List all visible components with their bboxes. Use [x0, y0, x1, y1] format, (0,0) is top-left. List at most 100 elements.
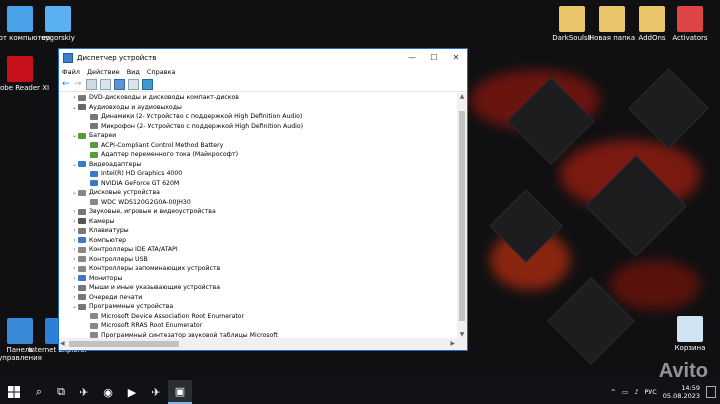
- collapse-arrow-icon[interactable]: ⌄: [71, 132, 78, 139]
- clock[interactable]: 14:59 05.08.2023: [663, 384, 700, 400]
- device-icon: [78, 275, 86, 282]
- expand-arrow-icon[interactable]: ›: [71, 246, 78, 253]
- device-category[interactable]: › Клавиатуры: [59, 226, 457, 236]
- device-item[interactable]: Адаптер переменного тока (Майкрософт): [59, 150, 457, 160]
- expand-arrow-icon[interactable]: ›: [71, 227, 78, 234]
- expand-arrow-icon[interactable]: ›: [71, 265, 78, 272]
- window-titlebar[interactable]: Диспетчер устройств — ☐ ✕: [59, 49, 467, 66]
- vertical-scrollbar[interactable]: ▲ ▼: [457, 93, 467, 338]
- device-manager-window[interactable]: Диспетчер устройств — ☐ ✕ Файл Действие …: [58, 48, 468, 351]
- minimize-button[interactable]: —: [401, 53, 423, 62]
- expand-arrow-icon[interactable]: ›: [71, 284, 78, 291]
- collapse-arrow-icon[interactable]: ⌄: [71, 104, 78, 111]
- list-view-icon[interactable]: [100, 79, 111, 90]
- expand-arrow-icon[interactable]: ›: [71, 256, 78, 263]
- device-label: Динамики (2- Устройство с поддержкой Hig…: [101, 113, 303, 121]
- device-item[interactable]: Microsoft Device Association Root Enumer…: [59, 312, 457, 322]
- expand-arrow-icon[interactable]: ›: [71, 94, 78, 101]
- task-view-icon[interactable]: ⧉: [50, 380, 72, 404]
- properties-icon[interactable]: [86, 79, 97, 90]
- device-category[interactable]: ⌄ Программные устройства: [59, 302, 457, 312]
- scroll-down-icon[interactable]: ▼: [457, 331, 467, 338]
- device-icon: [78, 104, 86, 111]
- expand-arrow-icon[interactable]: ›: [71, 275, 78, 282]
- telegram-icon[interactable]: ✈: [72, 380, 96, 404]
- device-category[interactable]: › Компьютер: [59, 236, 457, 246]
- device-category[interactable]: ⌄ Аудиовходы и аудиовыходы: [59, 103, 457, 113]
- scroll-up-icon[interactable]: ▲: [457, 93, 467, 100]
- desktop-shortcut[interactable]: Adobe Reader XI: [0, 56, 52, 92]
- collapse-arrow-icon[interactable]: ⌄: [71, 161, 78, 168]
- device-category[interactable]: › Мыши и иные указывающие устройства: [59, 283, 457, 293]
- scan-hardware-icon[interactable]: [142, 79, 153, 90]
- scroll-right-icon[interactable]: ▶: [450, 340, 455, 347]
- tray-chevron-icon[interactable]: ^: [611, 388, 616, 396]
- details-view-icon[interactable]: [128, 79, 139, 90]
- device-category[interactable]: › Камеры: [59, 217, 457, 227]
- device-category[interactable]: ⌄ Дисковые устройства: [59, 188, 457, 198]
- device-icon: [78, 227, 86, 234]
- device-item[interactable]: NVIDIA GeForce GT 620M: [59, 179, 457, 189]
- expand-arrow-icon[interactable]: ›: [71, 208, 78, 215]
- clock-time: 14:59: [681, 384, 700, 392]
- horizontal-scrollbar[interactable]: ◀ ▶: [59, 338, 467, 350]
- device-category[interactable]: › Контроллеры USB: [59, 255, 457, 265]
- device-label: Контроллеры USB: [89, 255, 148, 263]
- forward-arrow-icon[interactable]: →: [74, 80, 83, 89]
- language-indicator[interactable]: РУС: [644, 388, 656, 396]
- device-item[interactable]: WDC WDS120G2G0A-00JH30: [59, 198, 457, 208]
- network-icon[interactable]: ▭: [622, 388, 628, 396]
- vertical-scroll-thumb[interactable]: [459, 111, 465, 321]
- collapse-arrow-icon[interactable]: ⌄: [71, 189, 78, 196]
- device-item[interactable]: Динамики (2- Устройство с поддержкой Hig…: [59, 112, 457, 122]
- desktop-shortcut[interactable]: Activators: [658, 6, 720, 42]
- adobe-icon: [7, 56, 33, 82]
- chrome-icon[interactable]: ◉: [96, 380, 120, 404]
- menu-help[interactable]: Справка: [147, 68, 176, 76]
- device-label: Адаптер переменного тока (Майкрософт): [101, 151, 238, 159]
- device-label: Звуковые, игровые и видеоустройства: [89, 208, 216, 216]
- notifications-icon[interactable]: [706, 386, 716, 398]
- device-category[interactable]: › Контроллеры IDE ATA/ATAPI: [59, 245, 457, 255]
- device-item[interactable]: Программный синтезатор звуковой таблицы …: [59, 331, 457, 338]
- device-item[interactable]: Микрофон (2- Устройство с поддержкой Hig…: [59, 122, 457, 132]
- menu-action[interactable]: Действие: [87, 68, 120, 76]
- desktop-shortcut-label: ovgorskiy: [41, 34, 75, 42]
- scroll-left-icon[interactable]: ◀: [60, 340, 65, 347]
- expand-arrow-icon[interactable]: ›: [71, 218, 78, 225]
- maximize-button[interactable]: ☐: [423, 53, 445, 62]
- windows-start-icon[interactable]: [0, 380, 28, 404]
- expand-arrow-icon[interactable]: ›: [71, 294, 78, 301]
- device-manager-taskbar-icon[interactable]: ▣: [168, 380, 192, 404]
- device-icon: [90, 151, 98, 158]
- volume-icon[interactable]: ♪: [634, 388, 638, 396]
- search-icon[interactable]: ⌕: [28, 380, 50, 404]
- help-icon[interactable]: [114, 79, 125, 90]
- device-category[interactable]: › DVD-дисководы и дисководы компакт-диско…: [59, 93, 457, 103]
- desktop-shortcut[interactable]: ovgorskiy: [26, 6, 90, 42]
- device-item[interactable]: Intel(R) HD Graphics 4000: [59, 169, 457, 179]
- device-item[interactable]: Microsoft RRAS Root Enumerator: [59, 321, 457, 331]
- menu-file[interactable]: Файл: [62, 68, 80, 76]
- close-button[interactable]: ✕: [445, 53, 467, 62]
- back-arrow-icon[interactable]: ←: [62, 80, 71, 89]
- device-label: Программные устройства: [89, 303, 174, 311]
- menu-view[interactable]: Вид: [127, 68, 140, 76]
- horizontal-scroll-thumb[interactable]: [69, 341, 179, 347]
- device-icon: [78, 284, 86, 291]
- media-player-icon[interactable]: ▶: [120, 380, 144, 404]
- device-category[interactable]: › Мониторы: [59, 274, 457, 284]
- device-category[interactable]: ⌄ Видеоадаптеры: [59, 160, 457, 170]
- device-category[interactable]: › Контроллеры запоминающих устройств: [59, 264, 457, 274]
- telegram-icon-2[interactable]: ✈: [144, 380, 168, 404]
- expand-arrow-icon[interactable]: ›: [71, 237, 78, 244]
- device-category[interactable]: › Очереди печати: [59, 293, 457, 303]
- desktop-shortcut[interactable]: Корзина: [658, 316, 720, 352]
- device-tree[interactable]: › DVD-дисководы и дисководы компакт-диско…: [59, 93, 457, 338]
- wallpaper-lava-glow: [610, 260, 700, 310]
- device-category[interactable]: ⌄ Батареи: [59, 131, 457, 141]
- device-category[interactable]: › Звуковые, игровые и видеоустройства: [59, 207, 457, 217]
- device-item[interactable]: ACPI-Compliant Control Method Battery: [59, 141, 457, 151]
- collapse-arrow-icon[interactable]: ⌄: [71, 303, 78, 310]
- device-icon: [90, 113, 98, 120]
